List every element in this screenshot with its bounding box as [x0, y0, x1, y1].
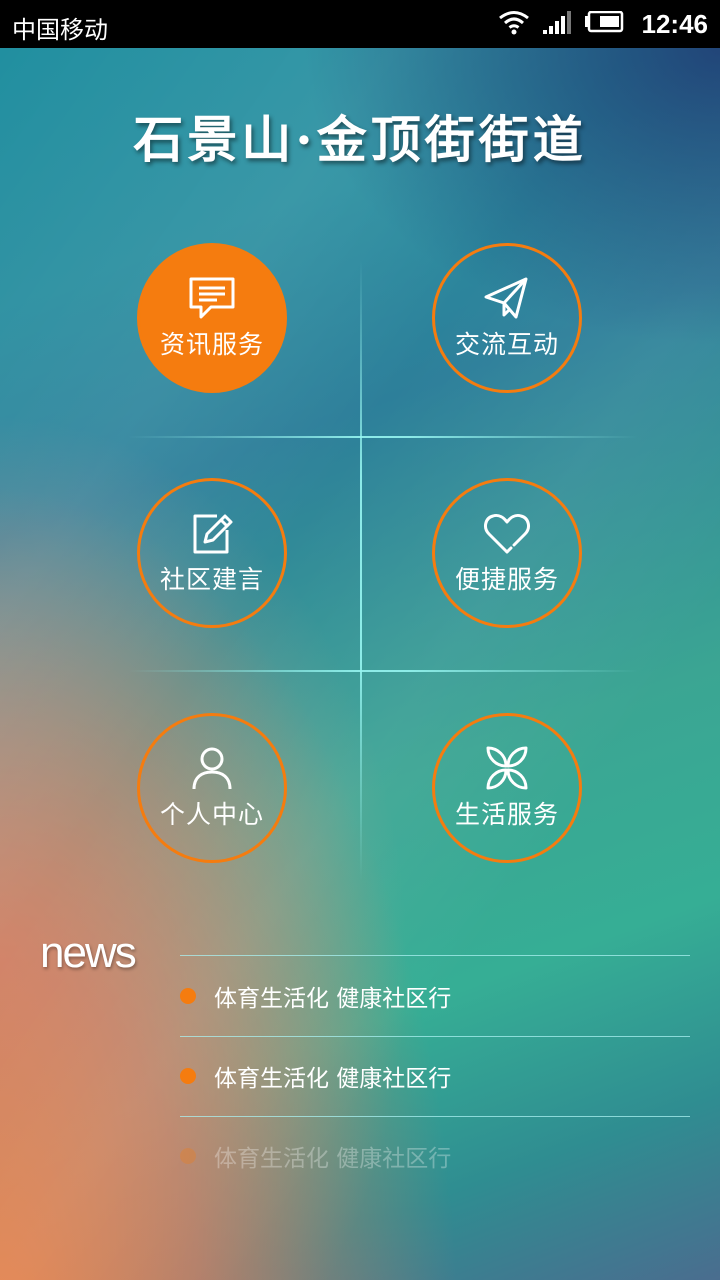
- menu-info-service[interactable]: 资讯服务: [137, 243, 287, 393]
- menu-label: 社区建言: [159, 565, 264, 594]
- status-bar: 中国移动 12:46: [0, 0, 720, 48]
- clock: 12:46: [641, 8, 709, 39]
- news-bullet: [180, 1148, 196, 1164]
- menu-label: 交流互动: [454, 330, 559, 359]
- heart-icon: [482, 510, 532, 556]
- grid-divider-vertical: [360, 260, 362, 880]
- menu-interaction[interactable]: 交流互动: [432, 243, 582, 393]
- signal-icon: [542, 9, 572, 39]
- menu-label: 便捷服务: [454, 565, 559, 594]
- battery-icon: [584, 10, 624, 37]
- menu-community-suggestion[interactable]: 社区建言: [137, 478, 287, 628]
- status-icons: 12:46: [498, 0, 709, 48]
- menu-personal-center[interactable]: 个人中心: [137, 713, 287, 863]
- user-icon: [187, 745, 237, 791]
- news-item[interactable]: 体育生活化 健康社区行: [180, 1056, 690, 1096]
- news-item[interactable]: 体育生活化 健康社区行: [180, 976, 690, 1016]
- news-divider: [180, 955, 690, 956]
- news-title: 体育生活化 健康社区行: [214, 1066, 452, 1092]
- grid-divider-horizontal: [128, 436, 638, 438]
- menu-label: 资讯服务: [159, 330, 264, 359]
- flower-icon: [482, 745, 532, 791]
- menu-label: 生活服务: [454, 800, 559, 829]
- app-title: 石景山·金顶街街道: [133, 110, 587, 169]
- news-title: 体育生活化 健康社区行: [214, 986, 452, 1012]
- news-item[interactable]: 体育生活化 健康社区行: [180, 1136, 690, 1176]
- news-bullet: [180, 1068, 196, 1084]
- news-divider: [180, 1116, 690, 1117]
- menu-label: 个人中心: [159, 800, 264, 829]
- menu-convenience-service[interactable]: 便捷服务: [432, 478, 582, 628]
- wifi-icon: [498, 9, 530, 39]
- grid-divider-horizontal: [128, 670, 638, 672]
- message-icon: [187, 275, 237, 321]
- news-heading: news: [40, 928, 137, 977]
- carrier-name: 中国移动: [12, 16, 108, 44]
- news-title: 体育生活化 健康社区行: [214, 1146, 452, 1172]
- menu-life-service[interactable]: 生活服务: [432, 713, 582, 863]
- paper-plane-icon: [482, 275, 532, 321]
- news-divider: [180, 1036, 690, 1037]
- edit-icon: [187, 510, 237, 556]
- news-bullet: [180, 988, 196, 1004]
